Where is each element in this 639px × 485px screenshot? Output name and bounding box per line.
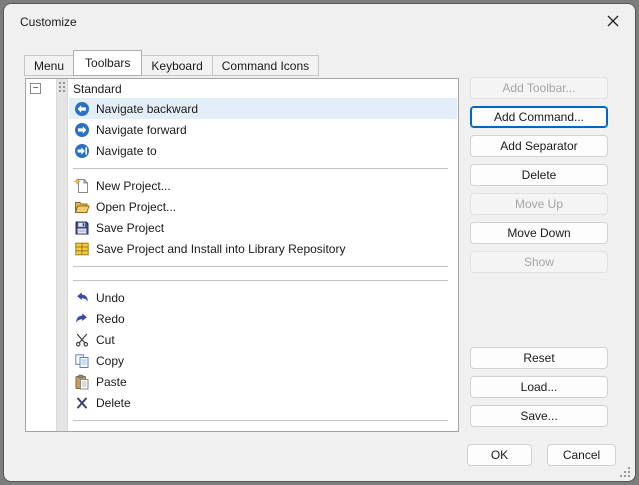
new-project-icon (74, 177, 90, 194)
list-item-label: Cut (96, 332, 115, 347)
navigate-to-icon (74, 143, 90, 159)
list-item-label: Paste (96, 374, 127, 389)
list-item-cut[interactable]: Cut (26, 329, 458, 350)
tab-keyboard[interactable]: Keyboard (141, 55, 213, 76)
customize-dialog: Customize Menu Toolbars Keyboard Command Ic… (3, 3, 636, 482)
grip-dots-icon (59, 82, 66, 95)
add-separator-button[interactable]: Add Separator (470, 135, 608, 157)
list-item-label: Open Project... (96, 199, 177, 214)
tab-menu[interactable]: Menu (24, 55, 75, 76)
action-buttons-secondary: Reset Load... Save... (470, 347, 608, 427)
list-item-navigate-backward[interactable]: Navigate backward (26, 98, 458, 119)
list-item-paste[interactable]: Paste (26, 371, 458, 392)
list-separator (26, 413, 458, 427)
dialog-title: Customize (20, 15, 77, 29)
action-buttons-primary: Add Toolbar... Add Command... Add Separato… (470, 77, 608, 273)
list-item-label: Save Project (96, 220, 165, 235)
list-item-redo[interactable]: Redo (26, 308, 458, 329)
list-separator (26, 259, 458, 273)
close-icon (607, 15, 619, 27)
list-item-label: Save Project and Install into Library Re… (96, 241, 346, 256)
toolbar-rows: − Standard Navigate backward Navigate forwa… (26, 79, 458, 427)
list-item-open-project[interactable]: Open Project... (26, 196, 458, 217)
list-item-delete[interactable]: Delete (26, 392, 458, 413)
show-button[interactable]: Show (470, 251, 608, 273)
list-item-label: Navigate forward (96, 122, 187, 137)
ok-button[interactable]: OK (467, 444, 532, 466)
tab-toolbars[interactable]: Toolbars (73, 50, 143, 76)
list-item-undo[interactable]: Undo (26, 287, 458, 308)
list-item-navigate-to[interactable]: Navigate to (26, 140, 458, 161)
list-item-label: Navigate to (96, 143, 157, 158)
tab-strip: Menu Toolbars Keyboard Command Icons (24, 48, 320, 76)
delete-button[interactable]: Delete (470, 164, 608, 186)
move-down-button[interactable]: Move Down (470, 222, 608, 244)
reset-button[interactable]: Reset (470, 347, 608, 369)
save-button[interactable]: Save... (470, 405, 608, 427)
list-item-copy[interactable]: Copy (26, 350, 458, 371)
list-item-new-project[interactable]: New Project... (26, 175, 458, 196)
list-item-label: Redo (96, 311, 125, 326)
add-command-button[interactable]: Add Command... (470, 106, 608, 128)
navigate-backward-icon (74, 101, 90, 117)
load-button[interactable]: Load... (470, 376, 608, 398)
add-toolbar-button[interactable]: Add Toolbar... (470, 77, 608, 99)
list-item-label: New Project... (96, 178, 171, 193)
cut-icon (74, 332, 90, 348)
save-project-icon (74, 220, 90, 236)
list-item-save-project[interactable]: Save Project (26, 217, 458, 238)
copy-icon (74, 353, 90, 369)
toolbar-group-header[interactable]: − Standard (26, 79, 458, 98)
save-install-icon (74, 241, 90, 257)
list-separator (26, 161, 458, 175)
cancel-button[interactable]: Cancel (547, 444, 616, 466)
list-item-label: Delete (96, 395, 131, 410)
navigate-forward-icon (74, 122, 90, 138)
list-item-save-project-and-install-into-library-repository[interactable]: Save Project and Install into Library Re… (26, 238, 458, 259)
list-separator (26, 273, 458, 287)
toolbar-list: − Standard Navigate backward Navigate forwa… (25, 78, 459, 432)
move-up-button[interactable]: Move Up (470, 193, 608, 215)
list-item-label: Navigate backward (96, 101, 199, 116)
tab-command-icons[interactable]: Command Icons (211, 55, 320, 76)
list-item-navigate-forward[interactable]: Navigate forward (26, 119, 458, 140)
toolbar-group-label: Standard (73, 81, 122, 96)
list-item-label: Copy (96, 353, 125, 368)
redo-icon (74, 311, 90, 327)
list-item-label: Undo (96, 290, 125, 305)
close-button[interactable] (597, 8, 629, 34)
paste-icon (74, 374, 90, 390)
undo-icon (74, 290, 90, 306)
open-project-icon (74, 199, 90, 215)
collapse-toggle-icon[interactable]: − (30, 83, 41, 94)
delete-icon (74, 395, 90, 411)
resize-grip[interactable] (618, 465, 631, 478)
